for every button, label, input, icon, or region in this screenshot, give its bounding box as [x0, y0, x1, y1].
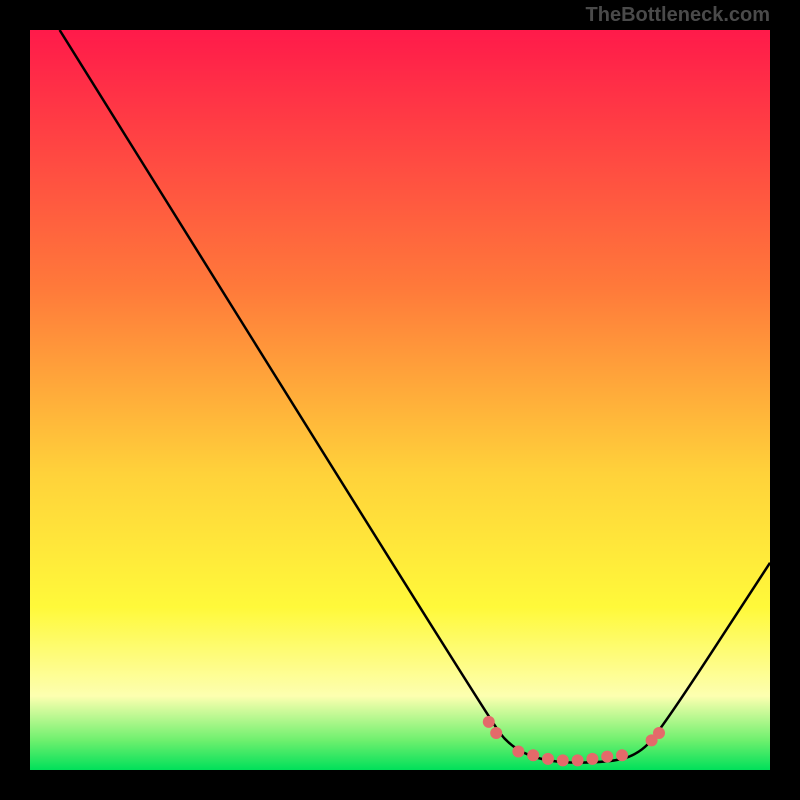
marker-dot — [557, 754, 569, 766]
marker-dot — [483, 716, 495, 728]
marker-dot — [527, 749, 539, 761]
marker-dot — [601, 751, 613, 763]
watermark-text: TheBottleneck.com — [586, 4, 770, 27]
chart-svg — [30, 30, 770, 770]
chart-frame: TheBottleneck.com — [0, 0, 800, 800]
plot-area — [30, 30, 770, 770]
marker-dot — [572, 754, 584, 766]
marker-dot — [586, 753, 598, 765]
marker-dot — [542, 753, 554, 765]
marker-dot — [512, 746, 524, 758]
marker-dot — [653, 727, 665, 739]
gradient-background — [30, 30, 770, 770]
marker-dot — [490, 727, 502, 739]
marker-dot — [616, 749, 628, 761]
